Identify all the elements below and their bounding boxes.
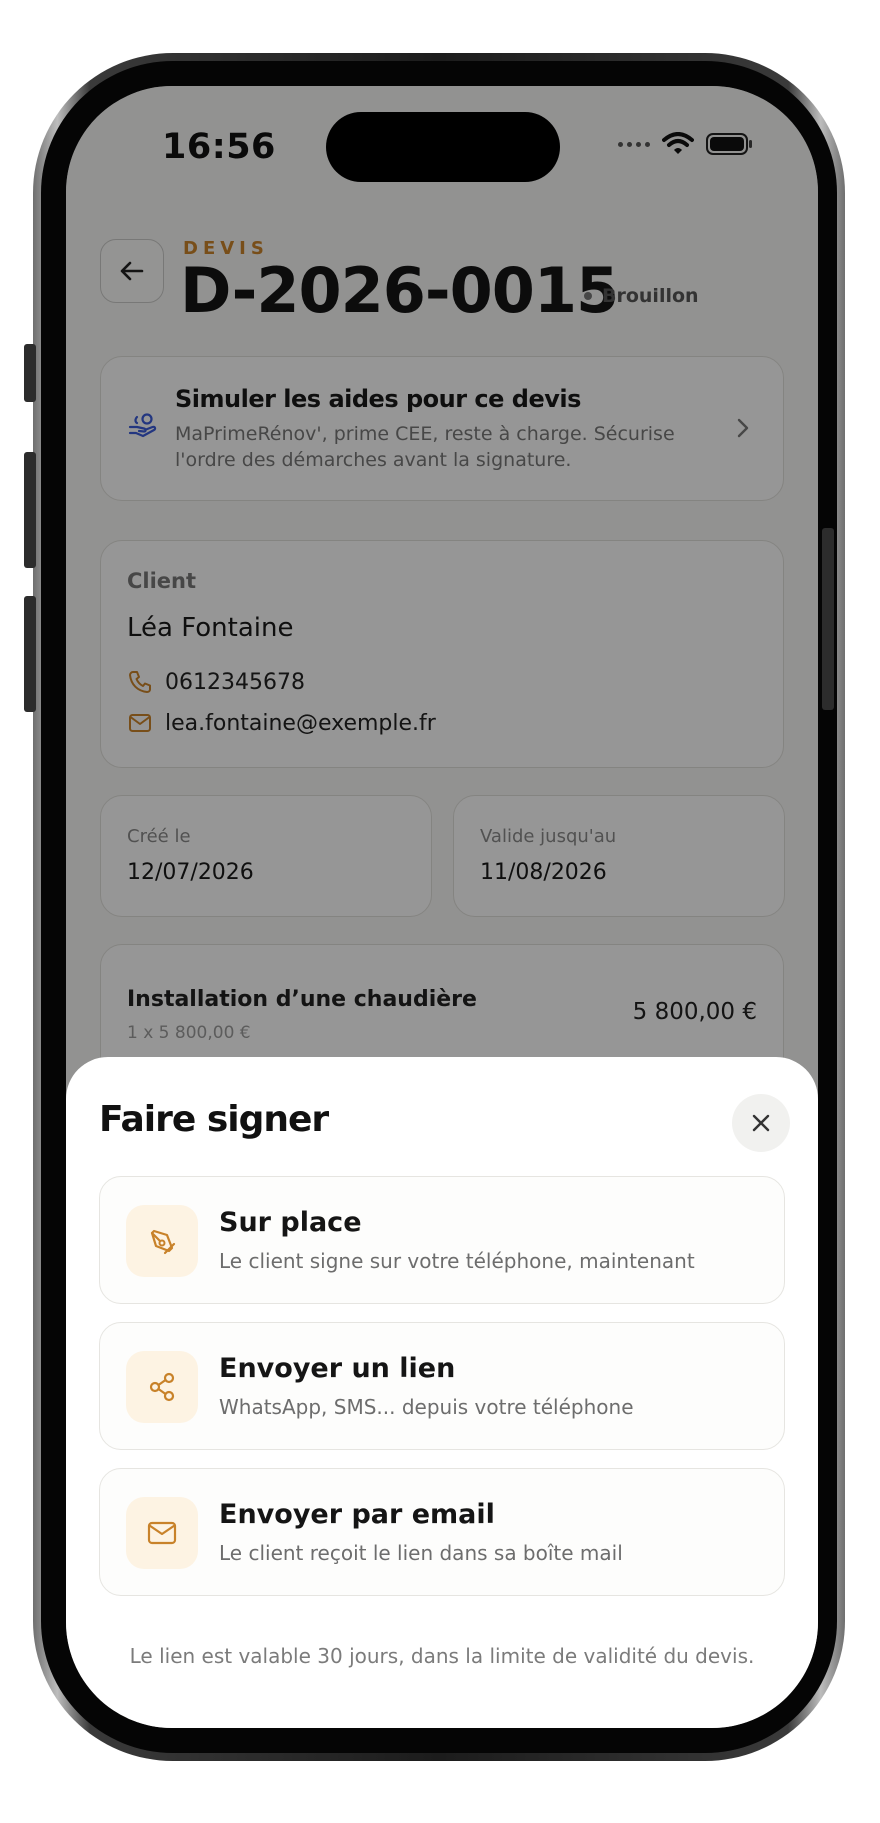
sheet-title: Faire signer	[99, 1099, 329, 1140]
power-button	[822, 528, 834, 710]
silent-switch	[24, 344, 36, 402]
mail-icon	[126, 1497, 198, 1569]
send-email-option[interactable]: Envoyer par email Le client reçoit le li…	[99, 1468, 785, 1596]
volume-up-button	[24, 452, 36, 568]
sign-bottom-sheet: Faire signer Sur place Le client signe s…	[66, 1057, 818, 1728]
option-title: Envoyer par email	[219, 1499, 495, 1530]
pen-tool-icon	[126, 1205, 198, 1277]
share-icon	[126, 1351, 198, 1423]
close-icon	[752, 1114, 770, 1132]
volume-down-button	[24, 596, 36, 712]
option-description: Le client signe sur votre téléphone, mai…	[219, 1249, 695, 1273]
option-title: Sur place	[219, 1207, 362, 1238]
sign-on-site-option[interactable]: Sur place Le client signe sur votre télé…	[99, 1176, 785, 1304]
phone-screen: 16:56 DEVIS D-2026-0015 Brouillon Simule…	[66, 86, 818, 1728]
option-description: Le client reçoit le lien dans sa boîte m…	[219, 1541, 623, 1565]
link-validity-note: Le lien est valable 30 jours, dans la li…	[129, 1644, 755, 1668]
option-description: WhatsApp, SMS... depuis votre téléphone	[219, 1395, 634, 1419]
close-button[interactable]	[732, 1094, 790, 1152]
send-link-option[interactable]: Envoyer un lien WhatsApp, SMS... depuis …	[99, 1322, 785, 1450]
option-title: Envoyer un lien	[219, 1353, 456, 1384]
